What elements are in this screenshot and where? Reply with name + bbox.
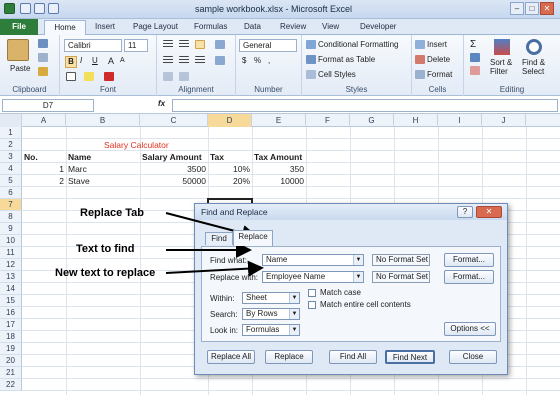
tab-replace[interactable]: Replace <box>233 230 273 246</box>
arrow-new-text <box>165 260 264 277</box>
annotation-arrows <box>165 212 264 277</box>
